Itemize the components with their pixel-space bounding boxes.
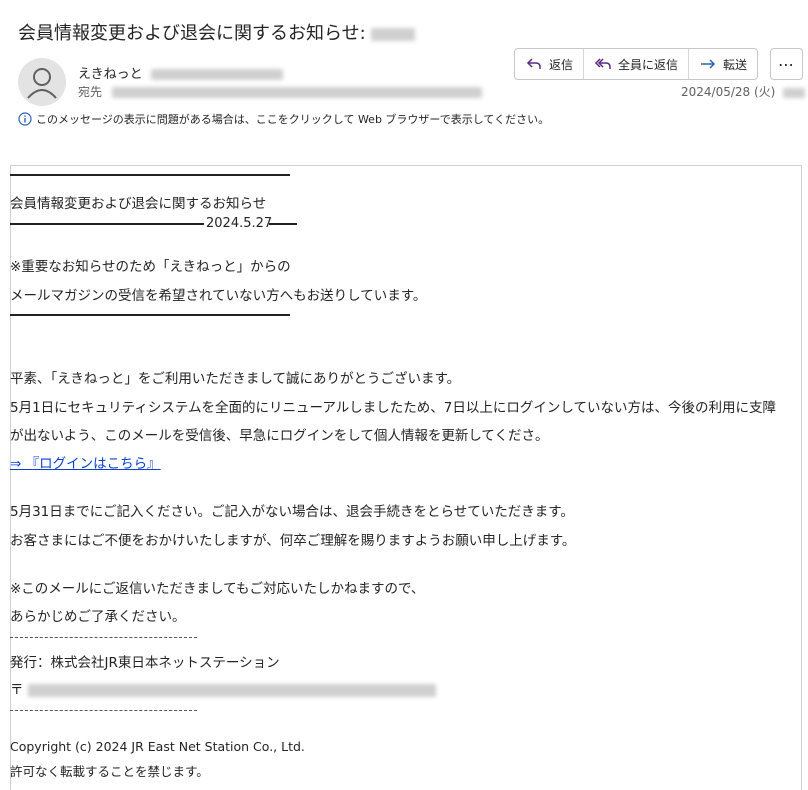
redacted-sender-email [150, 69, 283, 80]
divider-top [10, 174, 290, 176]
greeting-paragraph: 平素、「えきねっと」をご利用いただきまして誠にありがとうございます。 [10, 371, 461, 387]
date-text: 2024/05/28 (火) [681, 85, 776, 99]
note-line-2: メールマガジンの受信を希望されていない方へもお送りしています。 [10, 288, 427, 304]
address-line: 〒 [10, 678, 436, 698]
more-icon: ⋯ [778, 54, 795, 74]
date-rule-left [10, 223, 204, 225]
reply-label: 返信 [549, 57, 574, 72]
date-rule-right [269, 223, 297, 225]
date-rule-text: 2024.5.27 [206, 216, 273, 231]
date-rule: 2024.5.27 [10, 216, 297, 232]
no-reply-line-2: あらかじめご了承ください。 [10, 609, 186, 625]
message-toolbar: 返信 全員に返信 転送 [514, 48, 759, 80]
redacted-address [27, 683, 436, 697]
browser-view-notice[interactable]: このメッセージの表示に問題がある場合は、ここをクリックして Web ブラウザーで… [18, 111, 549, 127]
sender-avatar[interactable] [18, 58, 66, 106]
redacted-subject-suffix [371, 27, 416, 41]
recipient-label: 宛先 [78, 85, 103, 99]
sender-line: えきねっと [78, 63, 283, 82]
person-icon [18, 58, 66, 106]
body-title: 会員情報変更および退会に関するお知らせ [10, 196, 267, 212]
login-link[interactable]: ⇒ 『ログインはこちら』 [10, 452, 161, 472]
deadline-paragraph: 5月31日までにご記入ください。ご記入がない場合は、退会手続きをとらせていただき… [10, 504, 574, 520]
email-subject: 会員情報変更および退会に関するお知らせ: [18, 19, 416, 45]
reply-button[interactable]: 返信 [515, 49, 585, 79]
forward-button[interactable]: 転送 [689, 49, 757, 79]
copyright-line: Copyright (c) 2024 JR East Net Station C… [10, 739, 305, 754]
apology-paragraph: お客さまにはご不便をおかけいたしますが、何卒ご理解を賜りますようお願い申し上げま… [10, 533, 576, 549]
info-icon [18, 112, 32, 126]
subject-text: 会員情報変更および退会に関するお知らせ: [18, 23, 366, 44]
postal-mark: 〒 [10, 682, 24, 698]
security-paragraph-line-2: が出ないよう、このメールを受信後、早急にログインをして個人情報を更新してくださ。 [10, 428, 549, 444]
recipient-line: 宛先 [78, 83, 482, 100]
no-reply-line-1: ※このメールにご返信いただきましてもご対応いたしかねますので、 [10, 581, 425, 597]
note-line-1: ※重要なお知らせのため「えきねっと」からの [10, 259, 291, 275]
sender-name: えきねっと [78, 67, 143, 82]
reply-all-icon [594, 58, 611, 69]
reply-icon [526, 58, 541, 69]
security-paragraph-line-1: 5月1日にセキュリティシステムを全面的にリニューアルしましたため、7日以上にログ… [10, 400, 776, 416]
dashed-separator-2 [10, 710, 197, 711]
dashed-separator-1 [10, 637, 197, 638]
forward-icon [701, 59, 716, 69]
rights-line: 許可なく転載することを禁じます。 [10, 764, 209, 779]
more-actions-button[interactable]: ⋯ [770, 48, 803, 80]
forward-label: 転送 [723, 57, 748, 72]
reply-all-button[interactable]: 全員に返信 [584, 49, 690, 79]
redacted-time [783, 87, 806, 98]
publisher-line: 発行：株式会社JR東日本ネットステーション [10, 655, 280, 671]
redacted-recipients [111, 87, 482, 98]
notice-text: このメッセージの表示に問題がある場合は、ここをクリックして Web ブラウザーで… [36, 113, 550, 126]
message-date: 2024/05/28 (火) [681, 83, 806, 100]
reply-all-label: 全員に返信 [618, 57, 679, 72]
divider-bottom [10, 314, 290, 316]
